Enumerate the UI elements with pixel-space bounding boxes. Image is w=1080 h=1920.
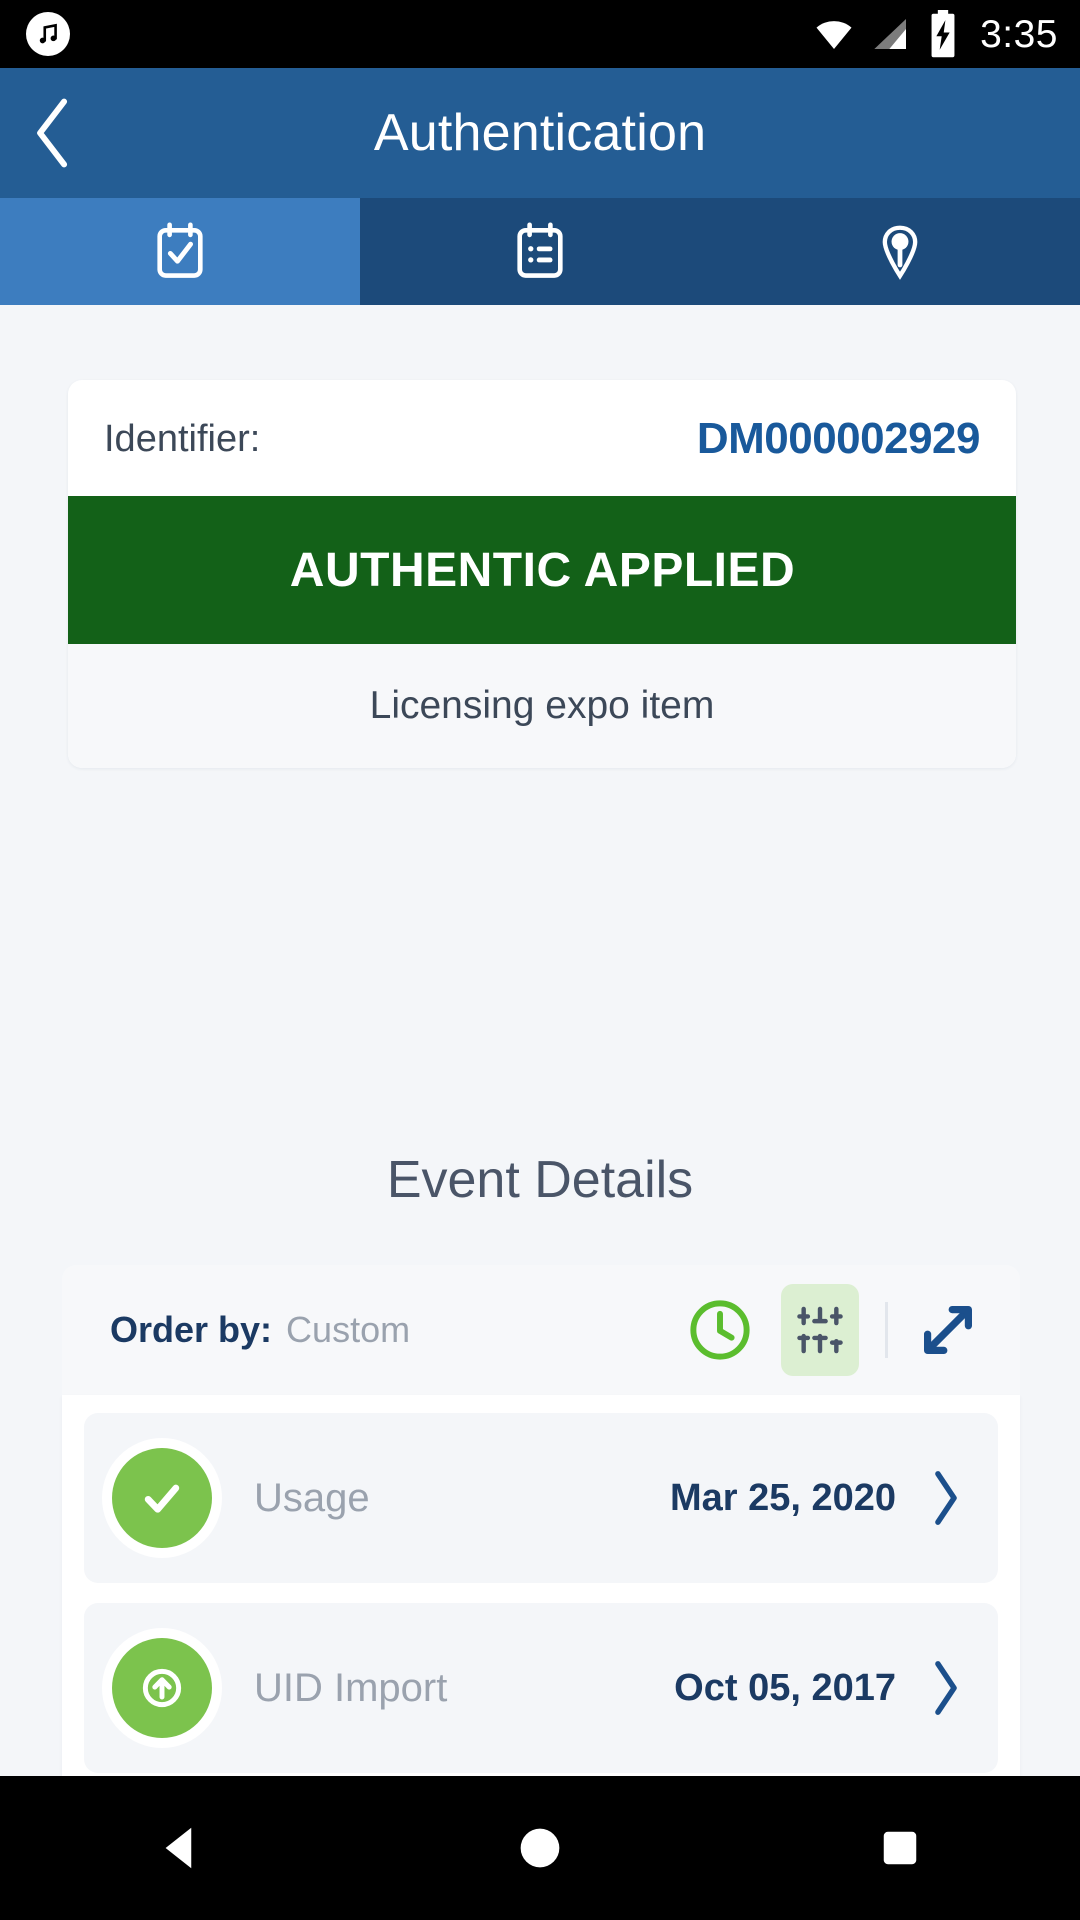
circle-home-icon [520, 1828, 560, 1868]
cellular-signal-icon [874, 19, 907, 49]
toolbar-divider [885, 1302, 888, 1358]
table-row[interactable]: UID Import Oct 05, 2017 [84, 1603, 998, 1773]
wifi-icon [816, 21, 852, 49]
page-title: Authentication [373, 104, 707, 162]
chevron-left-icon [37, 98, 68, 168]
event-label: Usage [254, 1475, 370, 1520]
event-label: UID Import [254, 1665, 448, 1710]
calendar-check-icon [157, 221, 203, 278]
expand-button[interactable] [910, 1292, 986, 1368]
identifier-card: Identifier: DM000002929 AUTHENTIC APPLIE… [68, 380, 1016, 768]
filter-button[interactable] [781, 1284, 859, 1376]
event-date: Oct 05, 2017 [674, 1666, 896, 1709]
upload-circle-icon [112, 1638, 212, 1738]
chevron-right-icon[interactable] [928, 1659, 964, 1717]
nav-back-button[interactable] [120, 1788, 240, 1908]
status-bar-clock: 3:35 [980, 12, 1058, 56]
app-root: 3:35 Authentication Identifier: DM000002… [0, 0, 1080, 1920]
tab-calendar-list[interactable] [360, 198, 720, 305]
status-bar: 3:35 [0, 0, 1080, 68]
status-badge: AUTHENTIC APPLIED [68, 496, 1016, 644]
content-area: Identifier: DM000002929 AUTHENTIC APPLIE… [0, 305, 1080, 1776]
system-nav-bar [0, 1776, 1080, 1920]
status-bar-left [26, 12, 70, 56]
item-subtitle: Licensing expo item [68, 644, 1016, 768]
music-note-icon [26, 12, 70, 56]
event-list: Usage Mar 25, 2020 UID Import Oct 05, 20… [62, 1395, 1020, 1776]
check-circle-icon [112, 1448, 212, 1548]
table-row[interactable]: Usage Mar 25, 2020 [84, 1413, 998, 1583]
expand-arrows-icon [924, 1306, 972, 1354]
battery-charging-icon [931, 10, 955, 58]
identifier-label: Identifier: [104, 417, 261, 460]
square-recents-icon [883, 1831, 917, 1865]
status-bar-right: 3:35 [812, 10, 1058, 58]
order-by-label: Order by: [110, 1309, 273, 1350]
identifier-row: Identifier: DM000002929 [68, 380, 1016, 496]
tab-bar [0, 198, 1080, 305]
app-bar: Authentication [0, 68, 1080, 198]
tab-location[interactable] [720, 198, 1080, 305]
item-subtitle-label: Licensing expo item [369, 684, 715, 727]
calendar-list-icon [517, 221, 563, 278]
nav-recents-button[interactable] [840, 1788, 960, 1908]
event-toolbar: Order by: Custom [62, 1265, 1020, 1395]
chevron-right-icon[interactable] [928, 1469, 964, 1527]
location-pin-icon [882, 225, 918, 280]
section-title: Event Details [386, 1151, 694, 1209]
order-by-value[interactable]: Custom [286, 1309, 410, 1351]
clock-icon [690, 1300, 750, 1360]
tab-calendar-check[interactable] [0, 198, 360, 305]
status-badge-label: AUTHENTIC APPLIED [289, 543, 796, 597]
nav-home-button[interactable] [480, 1788, 600, 1908]
back-button[interactable] [8, 68, 98, 198]
sort-by-time-button[interactable] [683, 1293, 757, 1367]
event-date: Mar 25, 2020 [669, 1476, 896, 1519]
triangle-back-icon [165, 1827, 192, 1869]
identifier-value: DM000002929 [696, 414, 981, 463]
sliders-filter-icon [797, 1306, 843, 1354]
